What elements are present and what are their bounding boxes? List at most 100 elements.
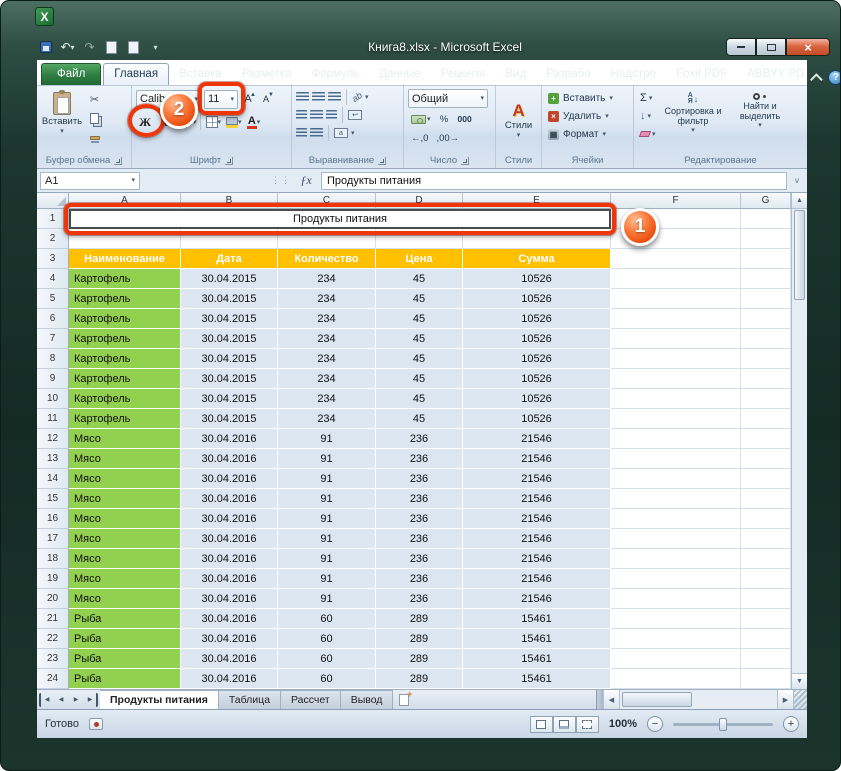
data-cell[interactable]: 30.04.2015 (181, 329, 278, 349)
vertical-scrollbar[interactable]: ▲ ▼ (791, 193, 807, 689)
name-cell[interactable]: Мясо (69, 489, 181, 509)
name-cell[interactable]: Картофель (69, 389, 181, 409)
resize-grip[interactable] (793, 690, 807, 709)
sheet-tab-0[interactable]: Продукты питания (100, 690, 219, 709)
chevron-down-icon[interactable]: ▾ (131, 177, 135, 184)
underline-button[interactable]: Ч (174, 113, 192, 131)
data-cell[interactable]: 30.04.2016 (181, 469, 278, 489)
data-cell[interactable]: 45 (376, 269, 463, 289)
data-cell[interactable]: 21546 (463, 469, 611, 489)
increase-indent-icon[interactable] (310, 128, 323, 138)
ribbon-tab-2[interactable]: Вставка (169, 64, 232, 85)
insert-sheet-button[interactable] (393, 690, 415, 709)
name-box[interactable]: A1 ▾ (40, 172, 140, 190)
name-cell[interactable]: Рыба (69, 609, 181, 629)
data-cell[interactable]: 15461 (463, 649, 611, 669)
column-header-E[interactable]: E (463, 193, 611, 209)
cell[interactable] (69, 229, 181, 249)
cell[interactable] (181, 229, 278, 249)
data-cell[interactable]: 234 (278, 349, 376, 369)
row-header-23[interactable]: 23 (37, 649, 69, 669)
data-cell[interactable]: 236 (376, 469, 463, 489)
cell[interactable] (611, 349, 741, 369)
data-cell[interactable]: 91 (278, 509, 376, 529)
format-cells-button[interactable]: ▦ Формат ▾ (546, 126, 629, 142)
data-cell[interactable]: 91 (278, 549, 376, 569)
data-cell[interactable]: 30.04.2015 (181, 309, 278, 329)
data-cell[interactable]: 91 (278, 529, 376, 549)
scroll-left-arrow[interactable]: ◀ (603, 690, 619, 709)
qat-extra-button-2[interactable] (125, 39, 142, 56)
cell[interactable] (741, 389, 791, 409)
borders-button[interactable]: ▾ (204, 113, 224, 131)
data-cell[interactable]: 30.04.2016 (181, 609, 278, 629)
cell[interactable] (611, 649, 741, 669)
cell[interactable] (741, 289, 791, 309)
ribbon-tab-4[interactable]: Формуль (302, 64, 370, 85)
data-cell[interactable]: 45 (376, 369, 463, 389)
data-cell[interactable]: 21546 (463, 589, 611, 609)
data-cell[interactable]: 15461 (463, 669, 611, 689)
cell[interactable] (741, 449, 791, 469)
decrease-indent-icon[interactable] (296, 128, 307, 138)
paste-button[interactable]: Вставить ▾ (41, 89, 83, 153)
data-cell[interactable]: 21546 (463, 529, 611, 549)
close-button[interactable]: × (786, 38, 830, 56)
formula-input[interactable]: Продукты питания (321, 172, 787, 190)
data-cell[interactable]: 21546 (463, 569, 611, 589)
decrease-decimal-button[interactable]: ,00→ (433, 130, 462, 146)
data-cell[interactable]: 30.04.2016 (181, 649, 278, 669)
data-cell[interactable]: 21546 (463, 509, 611, 529)
horizontal-scroll-track[interactable] (619, 690, 777, 709)
tab-split-handle[interactable] (596, 690, 603, 709)
data-cell[interactable]: 234 (278, 369, 376, 389)
merge-center-icon[interactable]: a (334, 128, 348, 138)
data-cell[interactable]: 30.04.2016 (181, 529, 278, 549)
cell[interactable] (611, 489, 741, 509)
row-header-8[interactable]: 8 (37, 349, 69, 369)
data-cell[interactable]: 10526 (463, 309, 611, 329)
insert-function-button[interactable]: ƒx (294, 172, 318, 190)
copy-button[interactable] (86, 110, 103, 127)
row-header-19[interactable]: 19 (37, 569, 69, 589)
data-cell[interactable]: 30.04.2016 (181, 589, 278, 609)
row-header-22[interactable]: 22 (37, 629, 69, 649)
vertical-scroll-thumb[interactable] (794, 210, 805, 300)
cell[interactable] (741, 469, 791, 489)
name-cell[interactable]: Мясо (69, 509, 181, 529)
expand-formula-bar-button[interactable]: ˅ (790, 176, 804, 186)
row-header-13[interactable]: 13 (37, 449, 69, 469)
thousands-format-button[interactable]: 000 (455, 111, 475, 127)
data-cell[interactable]: 60 (278, 649, 376, 669)
data-cell[interactable]: 60 (278, 609, 376, 629)
cell[interactable] (741, 589, 791, 609)
font-name-select[interactable]: Calibri▾ (136, 90, 202, 109)
undo-button[interactable]: ↶▾ (59, 39, 76, 56)
row-header-6[interactable]: 6 (37, 309, 69, 329)
data-cell[interactable]: 60 (278, 629, 376, 649)
delete-cells-button[interactable]: × Удалить ▾ (546, 108, 629, 124)
data-cell[interactable]: 289 (376, 609, 463, 629)
row-header-7[interactable]: 7 (37, 329, 69, 349)
cell[interactable] (741, 309, 791, 329)
cell[interactable] (741, 609, 791, 629)
name-cell[interactable]: Мясо (69, 449, 181, 469)
ribbon-tab-1[interactable]: Главная (103, 63, 169, 85)
name-cell[interactable]: Рыба (69, 629, 181, 649)
cell[interactable] (611, 309, 741, 329)
align-center-icon[interactable] (310, 110, 323, 120)
cell[interactable] (611, 569, 741, 589)
data-cell[interactable]: 91 (278, 449, 376, 469)
data-cell[interactable]: 10526 (463, 409, 611, 429)
fill-button[interactable]: ↓▾ (638, 108, 658, 124)
ribbon-tab-5[interactable]: Данные (369, 64, 431, 85)
cell[interactable] (741, 649, 791, 669)
table-header-cell[interactable]: Количество (278, 249, 376, 269)
dialog-launcher-icon[interactable] (378, 157, 386, 165)
horizontal-scrollbar[interactable]: ◀ ▶ (603, 690, 793, 709)
data-cell[interactable]: 21546 (463, 429, 611, 449)
ribbon-tab-0[interactable]: Файл (41, 63, 101, 85)
data-cell[interactable]: 30.04.2015 (181, 369, 278, 389)
data-cell[interactable]: 236 (376, 509, 463, 529)
data-cell[interactable]: 236 (376, 589, 463, 609)
